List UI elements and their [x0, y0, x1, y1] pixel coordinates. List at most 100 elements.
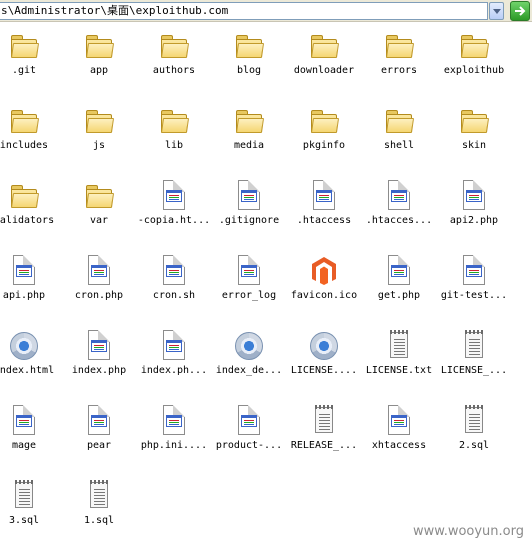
file-icon: [8, 255, 40, 287]
file-item[interactable]: favicon.ico: [286, 255, 362, 327]
file-item[interactable]: 3.sql: [0, 480, 62, 543]
file-item[interactable]: product-...: [211, 405, 287, 477]
file-item[interactable]: media: [211, 105, 287, 177]
folder-icon: [233, 105, 265, 137]
file-item-label: git-test...: [440, 290, 508, 301]
folder-icon: [233, 30, 265, 62]
file-icon: [458, 180, 490, 212]
file-item[interactable]: api2.php: [436, 180, 512, 252]
file-item[interactable]: app: [61, 30, 137, 102]
file-item-label: error_log: [221, 290, 277, 301]
file-item[interactable]: LICENSE_...: [436, 330, 512, 402]
file-item[interactable]: cron.php: [61, 255, 137, 327]
address-bar: s\Administrator\桌面\exploithub.com: [0, 0, 532, 22]
file-item-label: index.php: [71, 365, 127, 376]
file-item[interactable]: api.php: [0, 255, 62, 327]
text-file-icon: [383, 330, 415, 362]
file-item[interactable]: authors: [136, 30, 212, 102]
file-item[interactable]: includes: [0, 105, 62, 177]
file-item-label: authors: [152, 65, 196, 76]
file-icon: [158, 405, 190, 437]
folder-icon: [383, 105, 415, 137]
file-item[interactable]: 2.sql: [436, 405, 512, 477]
file-item[interactable]: pear: [61, 405, 137, 477]
file-item[interactable]: validators: [0, 180, 62, 252]
file-item[interactable]: pkginfo: [286, 105, 362, 177]
file-item[interactable]: mage: [0, 405, 62, 477]
file-item-label: index.ph...: [140, 365, 208, 376]
file-item[interactable]: index_de...: [211, 330, 287, 402]
file-item[interactable]: 1.sql: [61, 480, 137, 543]
file-item-label: js: [92, 140, 106, 151]
file-item[interactable]: .htacces...: [361, 180, 437, 252]
file-icon: [383, 180, 415, 212]
file-item[interactable]: LICENSE.txt: [361, 330, 437, 402]
file-item-label: get.php: [377, 290, 421, 301]
file-item[interactable]: php.ini....: [136, 405, 212, 477]
folder-icon: [8, 30, 40, 62]
file-icon: [308, 180, 340, 212]
folder-icon: [8, 105, 40, 137]
address-field[interactable]: s\Administrator\桌面\exploithub.com: [0, 2, 488, 20]
file-item[interactable]: shell: [361, 105, 437, 177]
file-item[interactable]: -copia.ht...: [136, 180, 212, 252]
file-item[interactable]: cron.sh: [136, 255, 212, 327]
file-item-label: cron.sh: [152, 290, 196, 301]
file-item[interactable]: var: [61, 180, 137, 252]
file-item[interactable]: .git: [0, 30, 62, 102]
file-item-label: .gitignore: [218, 215, 280, 226]
file-item-label: errors: [380, 65, 418, 76]
file-item[interactable]: LICENSE....: [286, 330, 362, 402]
file-icon: [233, 405, 265, 437]
file-item[interactable]: exploithub: [436, 30, 512, 102]
file-item-label: media: [233, 140, 265, 151]
file-item-label: favicon.ico: [290, 290, 358, 301]
go-arrow-icon: [515, 6, 526, 16]
file-icon: [383, 255, 415, 287]
folder-icon: [383, 30, 415, 62]
file-item-label: lib: [164, 140, 184, 151]
file-item[interactable]: RELEASE_...: [286, 405, 362, 477]
folder-icon: [458, 30, 490, 62]
file-item[interactable]: blog: [211, 30, 287, 102]
file-item[interactable]: .htaccess: [286, 180, 362, 252]
folder-icon: [158, 30, 190, 62]
file-item-label: LICENSE....: [290, 365, 358, 376]
folder-icon: [83, 180, 115, 212]
file-item-label: 1.sql: [83, 515, 115, 526]
file-item[interactable]: git-test...: [436, 255, 512, 327]
file-icon: [83, 330, 115, 362]
file-item[interactable]: error_log: [211, 255, 287, 327]
address-dropdown-button[interactable]: [489, 2, 504, 20]
file-item-label: var: [89, 215, 109, 226]
folder-icon: [8, 180, 40, 212]
chrome-html-icon: [233, 330, 265, 362]
folder-icon: [83, 30, 115, 62]
folder-icon: [158, 105, 190, 137]
file-item-label: index_de...: [215, 365, 283, 376]
file-item[interactable]: lib: [136, 105, 212, 177]
file-item[interactable]: js: [61, 105, 137, 177]
file-item-label: pear: [86, 440, 112, 451]
file-item[interactable]: errors: [361, 30, 437, 102]
file-item-label: exploithub: [443, 65, 505, 76]
folder-icon: [308, 30, 340, 62]
file-icon: [458, 255, 490, 287]
go-button[interactable]: [510, 1, 530, 21]
file-item[interactable]: index.ph...: [136, 330, 212, 402]
file-item[interactable]: downloader: [286, 30, 362, 102]
file-item[interactable]: index.php: [61, 330, 137, 402]
file-item[interactable]: skin: [436, 105, 512, 177]
text-file-icon: [308, 405, 340, 437]
file-icon: [233, 255, 265, 287]
file-item[interactable]: xhtaccess: [361, 405, 437, 477]
chrome-html-icon: [308, 330, 340, 362]
file-item-label: pkginfo: [302, 140, 346, 151]
file-item-label: .htaccess: [296, 215, 352, 226]
file-icon: [83, 405, 115, 437]
file-item[interactable]: get.php: [361, 255, 437, 327]
file-item-label: php.ini....: [140, 440, 208, 451]
file-item[interactable]: .gitignore: [211, 180, 287, 252]
file-item-label: xhtaccess: [371, 440, 427, 451]
file-item[interactable]: index.html: [0, 330, 62, 402]
